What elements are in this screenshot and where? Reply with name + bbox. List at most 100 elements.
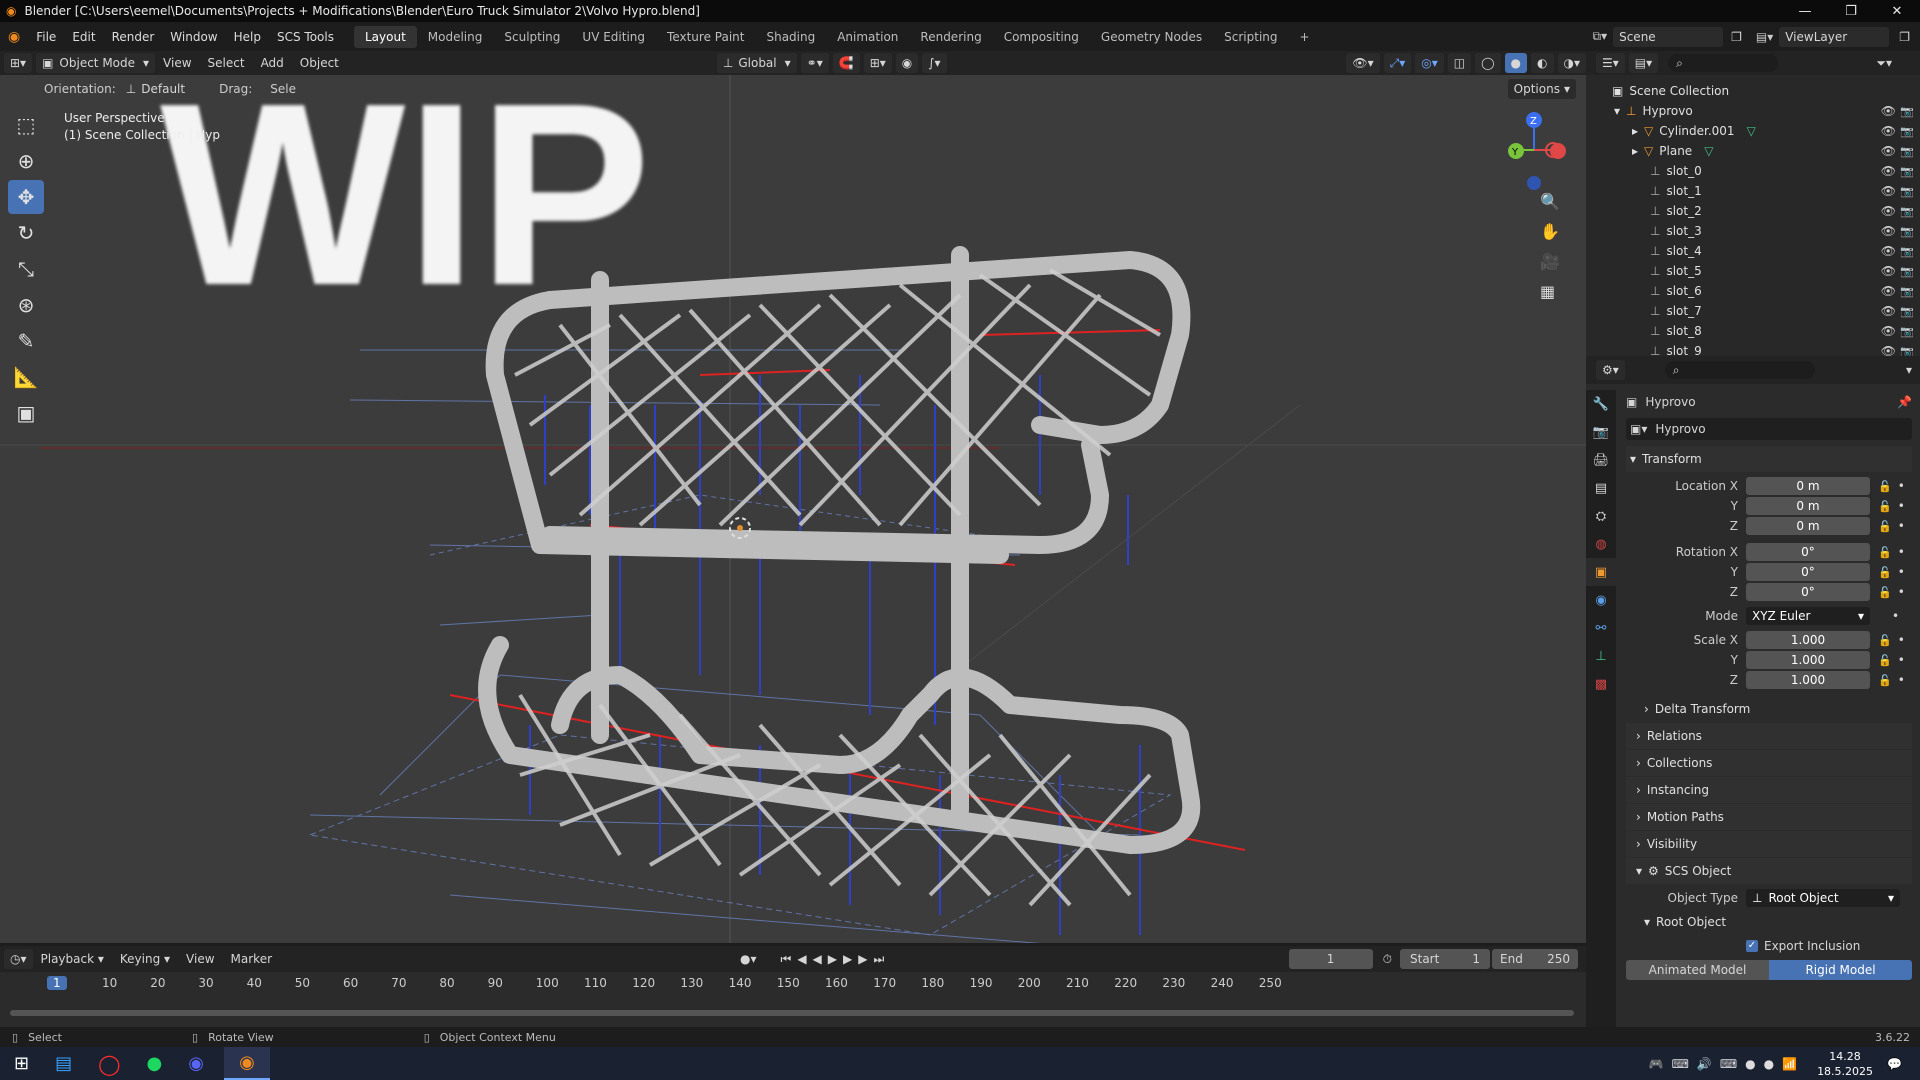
start-frame-field[interactable]: Start 1	[1400, 949, 1490, 969]
keyframe-dot-icon[interactable]: •	[1898, 519, 1905, 533]
collections-panel-header[interactable]: › Collections	[1626, 750, 1912, 776]
menu-view[interactable]: View	[155, 56, 199, 70]
scale-icon[interactable]: ⤡	[8, 252, 44, 286]
tab-scripting[interactable]: Scripting	[1213, 26, 1288, 48]
texture-tab-icon[interactable]: ▩	[1586, 670, 1616, 698]
render-camera-icon[interactable]: 📷	[1900, 105, 1914, 118]
falloff-icon[interactable]: ∫▾	[922, 53, 947, 73]
lock-icon[interactable]: 🔓	[1878, 520, 1892, 533]
keyframe-dot-icon[interactable]: •	[1898, 565, 1905, 579]
export-inclusion-checkbox[interactable]: ✓	[1746, 940, 1758, 952]
eye-icon[interactable]: 👁	[1881, 244, 1896, 258]
lock-icon[interactable]: 🔓	[1878, 546, 1892, 559]
tab-compositing[interactable]: Compositing	[993, 26, 1090, 48]
delta-transform-subpanel[interactable]: › Delta Transform	[1626, 696, 1912, 722]
windows-start-icon[interactable]: ⊞	[14, 1053, 29, 1074]
properties-editor-icon[interactable]: ⚙▾	[1596, 360, 1625, 380]
expand-arrow-icon[interactable]: ▾	[1614, 104, 1620, 118]
root-object-subpanel[interactable]: ▾ Root Object	[1626, 909, 1912, 935]
location-z-field[interactable]: 0 m	[1746, 517, 1870, 535]
chevron-down-icon[interactable]: ▾	[1906, 363, 1912, 377]
editor-type-icon[interactable]: ⊞▾	[4, 53, 33, 73]
view-layer-icon[interactable]: ▤▾	[1756, 30, 1773, 44]
clock-icon[interactable]: ⏱	[1383, 952, 1392, 967]
camera-view-icon[interactable]: 🎥	[1540, 252, 1560, 271]
eye-icon[interactable]: 👁	[1881, 204, 1896, 218]
timeline-ruler[interactable]: 1 10 20 30 40 50 60 70 80 90 100 110 120 130 140 150 160…	[0, 972, 1586, 992]
tool-tab-icon[interactable]: 🔧	[1586, 390, 1616, 418]
object-type-dropdown[interactable]: ⊥ Root Object ▾	[1746, 889, 1900, 907]
world-tab-icon[interactable]: ◍	[1586, 530, 1616, 558]
3d-viewport[interactable]: WIP User Perspective (1) Scene Collectio…	[0, 75, 1586, 943]
filter-icon[interactable]: ⏷▾	[1876, 56, 1892, 71]
keyframe-dot-icon[interactable]: •	[1898, 653, 1905, 667]
menu-select[interactable]: Select	[200, 56, 253, 70]
tab-modeling[interactable]: Modeling	[417, 26, 494, 48]
render-camera-icon[interactable]: 📷	[1900, 165, 1914, 178]
location-x-field[interactable]: 0 m	[1746, 477, 1870, 495]
render-camera-icon[interactable]: 📷	[1900, 285, 1914, 298]
keyframe-dot-icon[interactable]: •	[1898, 545, 1905, 559]
minimize-button[interactable]: —	[1782, 4, 1828, 19]
keyframe-dot-icon[interactable]: •	[1892, 609, 1899, 623]
render-camera-icon[interactable]: 📷	[1900, 185, 1914, 198]
keyframe-dot-icon[interactable]: •	[1898, 499, 1905, 513]
outliner-item-slot[interactable]: ⊥ slot_3 👁 📷	[1586, 221, 1920, 241]
eye-icon[interactable]: 👁	[1881, 304, 1896, 318]
outliner-item-slot[interactable]: ⊥ slot_8 👁 📷	[1586, 321, 1920, 341]
proportional-edit-icon[interactable]: ◉	[895, 53, 919, 73]
rotation-y-field[interactable]: 0°	[1746, 563, 1870, 581]
playback-controls[interactable]: ⏮◀◀▶▶▶⏭	[781, 952, 891, 967]
outliner-item-cylinder[interactable]: ▸ ▽ Cylinder.001 ▽ 👁 📷	[1586, 121, 1920, 141]
properties-search-input[interactable]: ⌕	[1664, 361, 1815, 379]
outliner-item-slot[interactable]: ⊥ slot_5 👁 📷	[1586, 261, 1920, 281]
render-camera-icon[interactable]: 📷	[1900, 125, 1914, 138]
overlay-toggle-icon[interactable]: ◎▾	[1415, 53, 1444, 73]
scale-y-field[interactable]: 1.000	[1746, 651, 1870, 669]
end-frame-field[interactable]: End 250	[1492, 949, 1578, 969]
zoom-icon[interactable]: 🔍	[1540, 192, 1560, 211]
drag-value[interactable]: Sele	[270, 82, 296, 96]
lock-icon[interactable]: 🔓	[1878, 566, 1892, 579]
eye-icon[interactable]: 👁	[1881, 264, 1896, 278]
relations-panel-header[interactable]: › Relations	[1626, 723, 1912, 749]
lock-icon[interactable]: 🔓	[1878, 480, 1892, 493]
lock-icon[interactable]: 🔓	[1878, 654, 1892, 667]
transform-icon[interactable]: ⊛	[8, 288, 44, 322]
menu-render[interactable]: Render	[104, 30, 163, 44]
annotate-icon[interactable]: ✎	[8, 324, 44, 358]
lock-icon[interactable]: 🔓	[1878, 634, 1892, 647]
snap-target-icon[interactable]: ⊞▾	[863, 53, 892, 73]
view-layer-selector[interactable]: ViewLayer	[1779, 26, 1890, 47]
eye-icon[interactable]: 👁	[1881, 104, 1896, 118]
menu-window[interactable]: Window	[162, 30, 225, 44]
blender-taskbar-icon[interactable]: ◉	[223, 1047, 270, 1080]
current-frame-field[interactable]: 1	[1288, 949, 1373, 969]
system-tray-icons[interactable]: 🎮⌨🔊⌨●●📶	[1649, 1057, 1805, 1071]
lock-icon[interactable]: 🔓	[1878, 674, 1892, 687]
menu-marker[interactable]: Marker	[223, 952, 280, 966]
scs-object-panel-header[interactable]: ▾ ⚙ SCS Object	[1626, 858, 1912, 884]
outliner-item-slot[interactable]: ⊥ slot_4 👁 📷	[1586, 241, 1920, 261]
output-tab-icon[interactable]: 🖨	[1586, 446, 1616, 474]
outliner-scene-collection[interactable]: ▣ Scene Collection	[1586, 81, 1920, 101]
menu-keying[interactable]: Keying ▾	[112, 952, 178, 966]
gizmo-toggle-icon[interactable]: ⤢▾	[1383, 53, 1412, 73]
navigation-gizmo[interactable]: Z Y 🔍 ✋ 🎥 ▦	[1490, 100, 1570, 320]
menu-scs-tools[interactable]: SCS Tools	[269, 30, 342, 44]
object-data-tab-icon[interactable]: ⊥	[1586, 642, 1616, 670]
timeline-scrollbar[interactable]	[10, 1010, 1574, 1016]
tab-uv-editing[interactable]: UV Editing	[571, 26, 656, 48]
animated-model-button[interactable]: Animated Model	[1626, 960, 1769, 980]
outliner-item-slot[interactable]: ⊥ slot_2 👁 📷	[1586, 201, 1920, 221]
tab-geometry-nodes[interactable]: Geometry Nodes	[1090, 26, 1213, 48]
tab-shading[interactable]: Shading	[755, 26, 826, 48]
rotation-z-field[interactable]: 0°	[1746, 583, 1870, 601]
render-camera-icon[interactable]: 📷	[1900, 225, 1914, 238]
spotify-icon[interactable]: ●	[147, 1053, 163, 1074]
select-box-icon[interactable]: ⬚	[8, 108, 44, 142]
new-view-layer-icon[interactable]: ❐	[1899, 30, 1910, 44]
notification-icon[interactable]: 💬	[1887, 1057, 1902, 1071]
render-camera-icon[interactable]: 📷	[1900, 245, 1914, 258]
close-button[interactable]: ✕	[1874, 4, 1920, 19]
